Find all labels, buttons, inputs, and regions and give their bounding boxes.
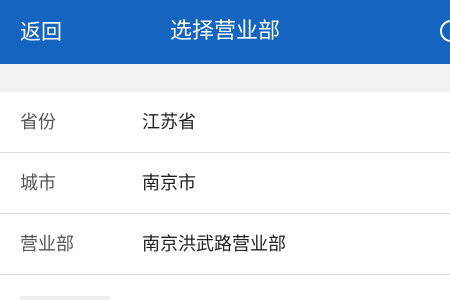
city-value: 南京市 <box>142 173 196 194</box>
branch-label: 营业部 <box>20 234 74 255</box>
partial-row-hint <box>20 296 110 300</box>
city-row[interactable]: 城市 南京市 <box>0 153 450 214</box>
circle-icon[interactable] <box>440 20 450 42</box>
province-label: 省份 <box>20 112 56 133</box>
province-row[interactable]: 省份 江苏省 <box>0 92 450 153</box>
city-label: 城市 <box>20 173 56 194</box>
province-value: 江苏省 <box>142 112 196 133</box>
branch-selection-form: 省份 江苏省 城市 南京市 营业部 南京洪武路营业部 <box>0 92 450 275</box>
branch-value: 南京洪武路营业部 <box>142 234 286 255</box>
top-nav-bar: 返回 选择营业部 <box>0 0 450 64</box>
back-button[interactable]: 返回 <box>20 0 62 64</box>
branch-row[interactable]: 营业部 南京洪武路营业部 <box>0 214 450 275</box>
page-title: 选择营业部 <box>169 19 280 44</box>
section-gap <box>0 64 450 92</box>
